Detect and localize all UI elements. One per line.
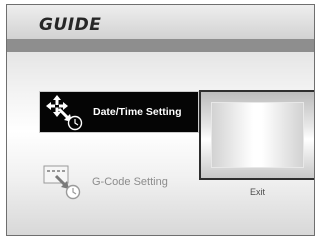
date-time-setting-icon [43,93,85,131]
g-code-setting-item[interactable]: G-Code Setting [39,161,199,203]
exit-button[interactable]: Exit [199,187,314,197]
guide-screen: GUIDE Date/Time Setting G-Code Setting E… [6,4,315,236]
header-divider-bar [7,39,314,52]
g-code-setting-label: G-Code Setting [92,176,168,188]
preview-window [199,90,314,180]
g-code-setting-icon [42,163,84,201]
date-time-setting-label: Date/Time Setting [93,106,182,118]
date-time-setting-item[interactable]: Date/Time Setting [39,91,199,133]
page-title: GUIDE [39,15,102,35]
preview-screen [211,102,304,168]
header: GUIDE [7,5,314,39]
